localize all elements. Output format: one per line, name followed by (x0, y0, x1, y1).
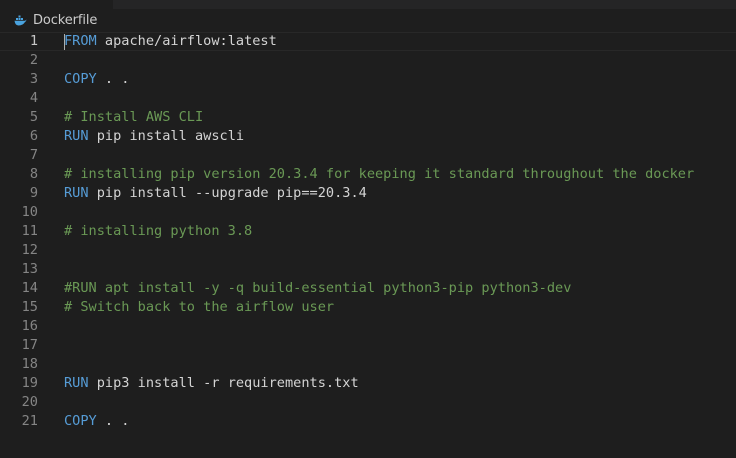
code-text: # Switch back to the airflow user (64, 298, 334, 317)
code-text: # installing python 3.8 (64, 222, 252, 241)
line-number: 18 (21, 356, 38, 372)
keyword-token: COPY (64, 71, 97, 87)
code-line[interactable]: 11 # installing python 3.8 (0, 222, 736, 241)
keyword-token: RUN (64, 375, 89, 391)
line-number: 9 (29, 185, 38, 201)
line-number: 17 (21, 337, 38, 353)
line-number: 1 (29, 33, 38, 49)
text-cursor (64, 34, 65, 50)
line-number: 6 (29, 128, 38, 144)
code-line[interactable]: 3 COPY . . (0, 70, 736, 89)
line-number: 10 (21, 204, 38, 220)
code-line[interactable]: 8 # installing pip version 20.3.4 for kee… (0, 165, 736, 184)
keyword-token: RUN (64, 128, 89, 144)
keyword-token: RUN (64, 185, 89, 201)
code-text: # installing pip version 20.3.4 for keep… (64, 165, 694, 184)
line-number: 15 (21, 299, 38, 315)
code-line[interactable]: 16 (0, 317, 736, 336)
code-line[interactable]: 19 RUN pip3 install -r requirements.txt (0, 374, 736, 393)
code-line[interactable]: 2 (0, 51, 736, 70)
tab-dockerfile[interactable] (0, 0, 114, 9)
code-text: RUN pip install awscli (64, 127, 244, 146)
line-number: 4 (29, 90, 38, 106)
docker-whale-icon (14, 14, 27, 27)
line-number: 3 (29, 71, 38, 87)
argument-token: . . (96, 71, 130, 87)
argument-token: pip3 install -r requirements.txt (88, 375, 359, 391)
comment-token: # installing python 3.8 (64, 223, 253, 239)
line-number: 16 (21, 318, 38, 334)
breadcrumb[interactable]: Dockerfile (0, 9, 736, 32)
comment-token: #RUN apt install -y -q build-essential p… (64, 280, 572, 296)
comment-token: # installing pip version 20.3.4 for keep… (64, 166, 695, 182)
code-line[interactable]: 21 COPY . . (0, 412, 736, 431)
code-text: COPY . . (64, 412, 130, 431)
code-editor[interactable]: 1 FROM apache/airflow:latest 2 3 COPY . . 4 5 #… (0, 32, 736, 458)
code-line[interactable]: 9 RUN pip install --upgrade pip==20.3.4 (0, 184, 736, 203)
code-line[interactable]: 4 (0, 89, 736, 108)
code-text: FROM apache/airflow:latest (64, 33, 277, 50)
line-number: 8 (29, 166, 38, 182)
line-number: 14 (21, 280, 38, 296)
keyword-token: FROM (64, 33, 97, 49)
code-text: COPY . . (64, 70, 130, 89)
line-number: 2 (29, 52, 38, 68)
code-line[interactable]: 5 # Install AWS CLI (0, 108, 736, 127)
code-line[interactable]: 15 # Switch back to the airflow user (0, 298, 736, 317)
code-text: RUN pip3 install -r requirements.txt (64, 374, 359, 393)
code-line[interactable]: 7 (0, 146, 736, 165)
line-number: 13 (21, 261, 38, 277)
comment-token: # Switch back to the airflow user (64, 299, 335, 315)
code-text: RUN pip install --upgrade pip==20.3.4 (64, 184, 367, 203)
line-number: 11 (21, 223, 38, 239)
code-line[interactable]: 20 (0, 393, 736, 412)
tab-strip (0, 0, 736, 9)
code-line[interactable]: 12 (0, 241, 736, 260)
code-line[interactable]: 17 (0, 336, 736, 355)
code-text: # Install AWS CLI (64, 108, 203, 127)
line-number: 12 (21, 242, 38, 258)
code-line[interactable]: 1 FROM apache/airflow:latest (0, 32, 736, 51)
argument-token: pip install --upgrade pip==20.3.4 (88, 185, 367, 201)
breadcrumb-file-name[interactable]: Dockerfile (33, 13, 97, 28)
code-text: #RUN apt install -y -q build-essential p… (64, 279, 571, 298)
keyword-token: COPY (64, 413, 97, 429)
line-number: 5 (29, 109, 38, 125)
code-line[interactable]: 10 (0, 203, 736, 222)
line-number: 20 (21, 394, 38, 410)
line-number: 7 (29, 147, 38, 163)
argument-token: pip install awscli (88, 128, 245, 144)
argument-token: . . (96, 413, 130, 429)
code-line[interactable]: 18 (0, 355, 736, 374)
line-number: 21 (21, 413, 38, 429)
code-line[interactable]: 6 RUN pip install awscli (0, 127, 736, 146)
line-number: 19 (21, 375, 38, 391)
argument-token: apache/airflow:latest (96, 33, 277, 49)
code-line[interactable]: 14 #RUN apt install -y -q build-essential… (0, 279, 736, 298)
code-line[interactable]: 13 (0, 260, 736, 279)
comment-token: # Install AWS CLI (64, 109, 204, 125)
